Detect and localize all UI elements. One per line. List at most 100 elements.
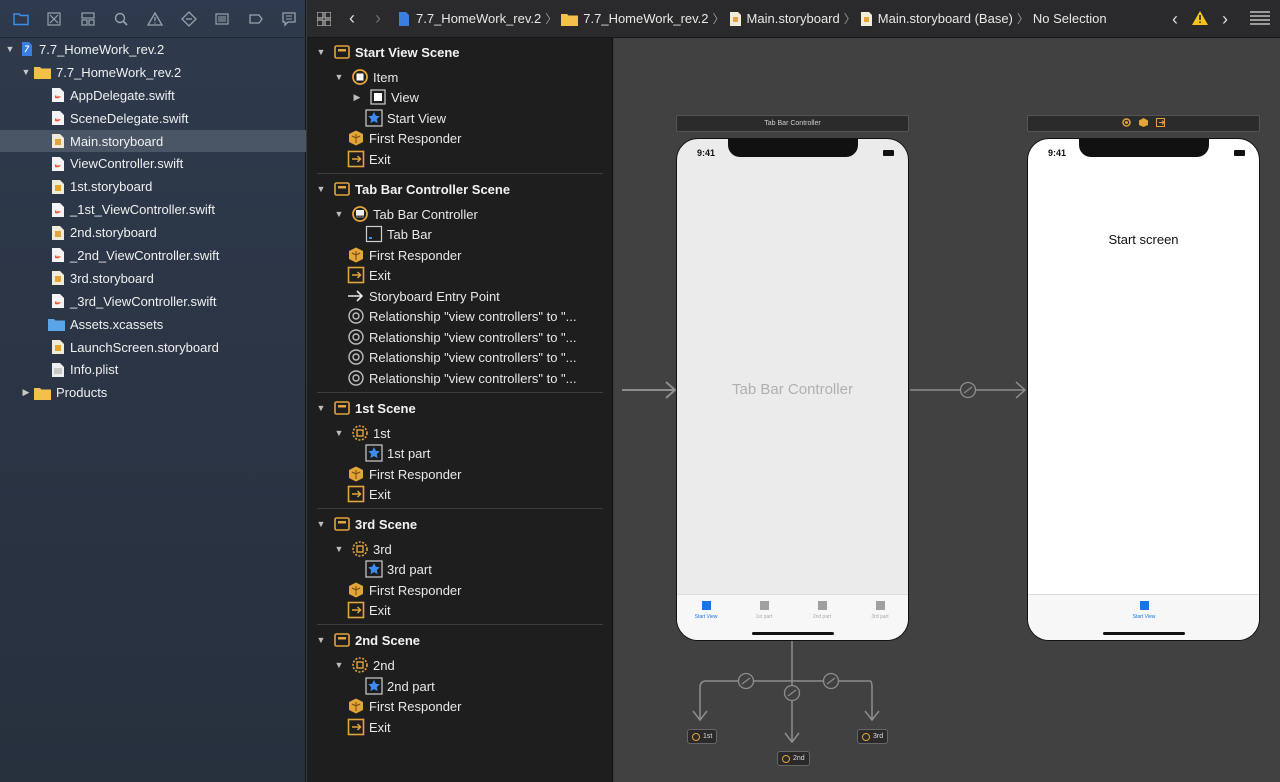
next-issue-icon[interactable]: › [1222,9,1228,30]
related-items-icon[interactable] [315,11,333,26]
file-row[interactable]: 2nd.storyboard [0,221,306,244]
outline-2nd-part[interactable]: 2nd part [365,676,435,696]
test-navigator-icon[interactable] [172,6,206,32]
disclosure-open-icon[interactable]: ▼ [315,184,327,194]
file-row[interactable]: Assets.xcassets [0,313,306,336]
outline-3rd-scene[interactable]: ▼ 3rd Scene [315,514,418,534]
disclosure-open-icon[interactable]: ▼ [333,660,345,670]
outline-2nd-scene[interactable]: ▼ 2nd Scene [315,630,421,650]
file-row[interactable]: ViewController.swift [0,152,306,175]
outline-tab-bar-controller[interactable]: ▼ Tab Bar Controller [333,204,478,224]
outline-2nd-reference[interactable]: ▼ 2nd [333,655,395,675]
file-row[interactable]: SceneDelegate.swift [0,107,306,130]
forward-arrow-icon[interactable]: › [371,8,385,29]
outline-first-responder[interactable]: First Responder [347,245,461,265]
file-row[interactable]: AppDelegate.swift [0,84,306,107]
file-row[interactable]: LaunchScreen.storyboard [0,336,306,359]
relationship-segue-start[interactable] [910,381,1027,399]
outline-first-responder[interactable]: First Responder [347,464,461,484]
tab-start-view[interactable]: Start View [686,601,726,620]
outline-first-responder[interactable]: First Responder [347,128,461,148]
disclosure-open-icon[interactable]: ▼ [20,66,32,78]
folder-icon[interactable] [4,6,38,32]
debug-navigator-icon[interactable] [205,6,239,32]
breadcrumb-project[interactable]: 7.7_HomeWork_rev.2 [416,11,541,26]
outline-relationship-segue[interactable]: Relationship "view controllers" to "... [347,306,577,326]
tab-bar[interactable]: Start View 1st part 2nd part 3rd part [677,594,908,640]
tab-bar[interactable]: Start View [1028,594,1259,640]
start-screen-label[interactable]: Start screen [1028,232,1259,247]
project-row[interactable]: ▼ 7.7_HomeWork_rev.2 [0,38,306,61]
start-view-phone[interactable]: 9:41 Start screen Start View [1027,138,1260,641]
outline-exit[interactable]: Exit [347,600,391,620]
warning-icon[interactable] [1192,10,1208,28]
symbol-navigator-icon[interactable] [71,6,105,32]
first-responder-dock-icon[interactable] [1139,118,1148,129]
outline-1st-part[interactable]: 1st part [365,443,430,463]
outline-view[interactable]: ▶ View [351,87,419,107]
previous-issue-icon[interactable]: ‹ [1172,9,1178,30]
breadcrumb-group[interactable]: 7.7_HomeWork_rev.2 [583,11,708,26]
report-navigator-icon[interactable] [273,6,307,32]
storyboard-reference-2nd[interactable]: 2nd [777,751,810,766]
view-controller-dock-icon[interactable] [1122,118,1131,129]
file-row[interactable]: 1st.storyboard [0,175,306,198]
entry-point-arrow[interactable] [622,381,677,399]
breadcrumb-selection[interactable]: No Selection [1033,11,1107,26]
tab-1st-part[interactable]: 1st part [744,601,784,620]
storyboard-canvas[interactable]: Tab Bar Controller 9:41 Tab Bar Controll… [614,38,1280,782]
disclosure-open-icon[interactable]: ▼ [315,403,327,413]
tab-2nd-part[interactable]: 2nd part [802,601,842,620]
breakpoint-icon[interactable] [239,6,273,32]
file-row[interactable]: _1st_ViewController.swift [0,198,306,221]
outline-3rd-reference[interactable]: ▼ 3rd [333,539,392,559]
file-row[interactable]: _3rd_ViewController.swift [0,290,306,313]
outline-storyboard-entry-point[interactable]: Storyboard Entry Point [347,286,500,306]
outline-first-responder[interactable]: First Responder [347,696,461,716]
outline-first-responder[interactable]: First Responder [347,580,461,600]
outline-item[interactable]: ▼ Item [333,67,398,87]
storyboard-reference-1st[interactable]: 1st [687,729,718,744]
outline-relationship-segue[interactable]: Relationship "view controllers" to "... [347,327,577,347]
outline-tab-bar-controller-scene[interactable]: ▼ Tab Bar Controller Scene [315,179,511,199]
editor-options-icon[interactable] [1250,10,1270,28]
disclosure-open-icon[interactable]: ▼ [333,209,345,219]
tab-start-view[interactable]: Start View [1124,601,1164,620]
exit-dock-icon[interactable] [1156,118,1165,129]
outline-exit[interactable]: Exit [347,265,391,285]
outline-relationship-segue[interactable]: Relationship "view controllers" to "... [347,368,577,388]
warning-icon[interactable] [138,6,172,32]
disclosure-open-icon[interactable]: ▼ [315,519,327,529]
disclosure-open-icon[interactable]: ▼ [333,72,345,82]
outline-exit[interactable]: Exit [347,484,391,504]
disclosure-open-icon[interactable]: ▼ [333,544,345,554]
file-row[interactable]: Main.storyboard [0,129,306,153]
file-row[interactable]: 3rd.storyboard [0,267,306,290]
outline-start-view-scene[interactable]: ▼ Start View Scene [315,42,460,62]
tab-3rd-part[interactable]: 3rd part [860,601,900,620]
tabbar-controller-phone[interactable]: 9:41 Tab Bar Controller Start View 1st p… [676,138,909,641]
start-scene-dock[interactable] [1027,115,1260,132]
outline-1st-reference[interactable]: ▼ 1st [333,423,390,443]
group-row[interactable]: ▼ 7.7_HomeWork_rev.2 [0,61,306,84]
breadcrumb-file[interactable]: Main.storyboard [747,11,840,26]
outline-1st-scene[interactable]: ▼ 1st Scene [315,398,416,418]
source-control-icon[interactable] [38,6,72,32]
disclosure-closed-icon[interactable]: ▶ [20,387,32,399]
back-arrow-icon[interactable]: ‹ [345,8,359,29]
storyboard-reference-3rd[interactable]: 3rd [857,729,889,744]
disclosure-open-icon[interactable]: ▼ [4,43,16,55]
file-row[interactable]: _2nd_ViewController.swift [0,244,306,267]
outline-relationship-segue[interactable]: Relationship "view controllers" to "... [347,347,577,367]
relationship-segue-refs[interactable] [692,641,880,744]
disclosure-open-icon[interactable]: ▼ [315,47,327,57]
products-row[interactable]: ▶ Products [0,381,306,404]
file-row[interactable]: Info.plist [0,358,306,381]
disclosure-open-icon[interactable]: ▼ [315,635,327,645]
tabbar-scene-dock[interactable]: Tab Bar Controller [676,115,909,132]
search-icon[interactable] [105,6,139,32]
outline-exit[interactable]: Exit [347,149,391,169]
disclosure-open-icon[interactable]: ▼ [333,428,345,438]
disclosure-closed-icon[interactable]: ▶ [351,92,363,103]
outline-start-view[interactable]: Start View [365,108,446,128]
